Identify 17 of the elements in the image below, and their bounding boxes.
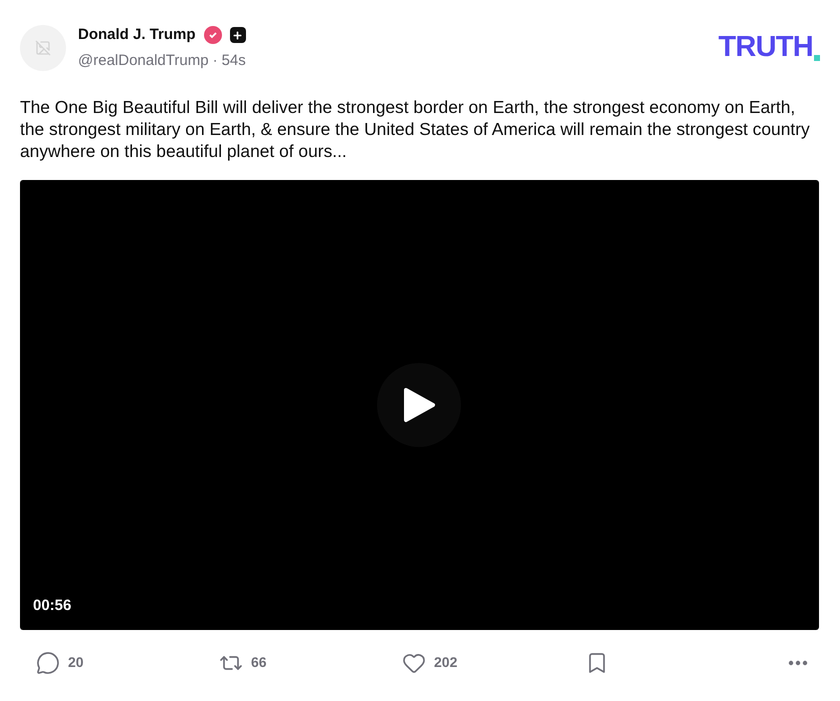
author-name[interactable]: Donald J. Trump	[78, 24, 196, 46]
plus-badge-icon	[230, 27, 246, 43]
more-icon	[788, 660, 808, 666]
post-time: 54s	[222, 51, 246, 71]
reply-button[interactable]: 20	[36, 650, 176, 674]
logo-text: TRUTH	[718, 33, 813, 62]
post-text: The One Big Beautiful Bill will deliver the strongest border on Earth, the strongest economy on Earth, the strongest military on Earth, & ensure the United States of America will remain the strongest country anywhere on this beautiful planet of ours...	[20, 96, 811, 162]
video-duration: 00:56	[33, 596, 72, 616]
repost-button[interactable]: 66	[219, 650, 359, 674]
more-button[interactable]	[788, 660, 808, 666]
play-icon	[402, 386, 436, 422]
separator-dot: ·	[212, 51, 218, 71]
comment-icon	[36, 650, 60, 674]
author-handle[interactable]: @realDonaldTrump	[78, 50, 209, 72]
video-player[interactable]: 00:56	[20, 180, 819, 630]
image-placeholder-icon	[35, 40, 51, 56]
like-button[interactable]: 202	[402, 650, 542, 674]
